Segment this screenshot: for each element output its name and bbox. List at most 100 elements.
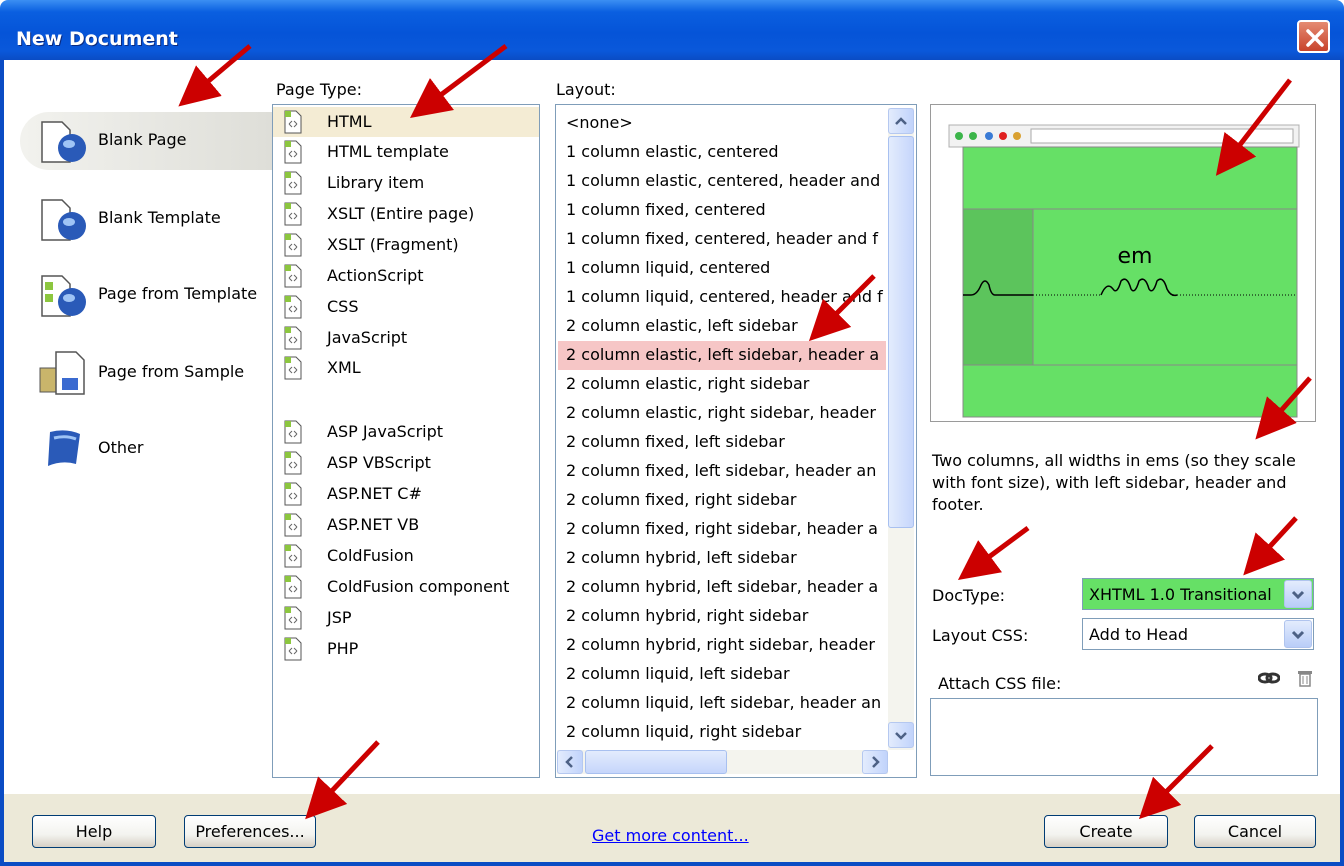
doctype-select[interactable]: XHTML 1.0 Transitional xyxy=(1082,578,1314,610)
page-type-item[interactable]: CSS xyxy=(273,292,539,322)
category-label: Blank Template xyxy=(98,208,221,227)
trash-icon[interactable] xyxy=(1296,668,1314,688)
page-type-item-label: XSLT (Entire page) xyxy=(327,204,475,223)
page-type-item[interactable]: ASP.NET C# xyxy=(273,479,539,509)
page-type-item[interactable]: ColdFusion xyxy=(273,541,539,571)
layout-css-select[interactable]: Add to Head xyxy=(1082,618,1314,650)
layout-item-label: <none> xyxy=(566,113,633,132)
layout-list[interactable]: <none> 1 column elastic, centered 1 column… xyxy=(555,104,917,778)
layout-item[interactable]: 2 column liquid, left sidebar, header an xyxy=(558,689,886,718)
page-type-item[interactable]: JSP xyxy=(273,603,539,633)
attach-css-label: Attach CSS file: xyxy=(938,674,1062,693)
page-type-item[interactable]: HTML xyxy=(273,107,539,137)
window-title: New Document xyxy=(16,28,178,50)
layout-item[interactable]: 2 column liquid, left sidebar xyxy=(558,660,886,689)
layout-css-value: Add to Head xyxy=(1089,625,1189,644)
layout-item-label: 2 column elastic, right sidebar, header xyxy=(566,403,876,422)
layout-item-label: 2 column hybrid, right sidebar, header xyxy=(566,635,875,654)
close-button[interactable] xyxy=(1297,20,1330,53)
preferences-button[interactable]: Preferences... xyxy=(184,815,316,848)
category-blank-template[interactable]: Blank Template xyxy=(20,190,274,248)
page-type-item[interactable]: ActionScript xyxy=(273,261,539,291)
category-page-from-template[interactable]: Page from Template xyxy=(20,266,274,324)
page-type-item[interactable]: PHP xyxy=(273,634,539,664)
help-button[interactable]: Help xyxy=(32,815,156,848)
layout-item[interactable]: 2 column fixed, left sidebar xyxy=(558,428,886,457)
page-type-item[interactable]: XSLT (Entire page) xyxy=(273,199,539,229)
layout-item-label: 1 column fixed, centered, header and f xyxy=(566,229,879,248)
create-button[interactable]: Create xyxy=(1044,815,1168,848)
page-type-item-label: HTML xyxy=(327,112,372,131)
layout-css-dropdown-button[interactable] xyxy=(1284,620,1312,648)
page-type-item-label: Library item xyxy=(327,173,425,192)
layout-vertical-scrollbar[interactable] xyxy=(888,108,914,750)
get-more-content-link[interactable]: Get more content... xyxy=(592,826,749,845)
page-type-item[interactable]: XML xyxy=(273,353,539,383)
layout-item[interactable]: <none> xyxy=(558,109,886,138)
layout-item[interactable]: 2 column hybrid, left sidebar xyxy=(558,544,886,573)
page-type-item[interactable]: HTML template xyxy=(273,137,539,167)
layout-item[interactable]: 2 column fixed, right sidebar, header a xyxy=(558,515,886,544)
layout-item-label: 2 column hybrid, left sidebar xyxy=(566,548,797,567)
layout-item[interactable]: 1 column elastic, centered, header and xyxy=(558,167,886,196)
page-type-item-label: JSP xyxy=(327,608,352,627)
layout-item[interactable]: 2 column hybrid, right sidebar xyxy=(558,602,886,631)
attach-css-file-list[interactable] xyxy=(930,698,1318,776)
file-icon xyxy=(284,140,302,164)
layout-item[interactable]: 2 column hybrid, left sidebar, header a xyxy=(558,573,886,602)
layout-preview: em xyxy=(930,104,1316,422)
page-type-item[interactable]: ASP VBScript xyxy=(273,448,539,478)
layout-item-label: 2 column liquid, left sidebar xyxy=(566,664,790,683)
file-icon xyxy=(284,295,302,319)
scroll-down-button[interactable] xyxy=(888,722,914,748)
layout-item-label: 2 column liquid, right sidebar xyxy=(566,722,802,741)
page-type-item[interactable]: JavaScript xyxy=(273,323,539,353)
layout-item[interactable]: 2 column elastic, right sidebar, header xyxy=(558,399,886,428)
scroll-right-button[interactable] xyxy=(862,750,888,774)
layout-horizontal-scrollbar[interactable] xyxy=(557,750,888,774)
page-type-item-label: JavaScript xyxy=(327,328,408,347)
doctype-dropdown-button[interactable] xyxy=(1284,580,1312,608)
layout-item[interactable]: 1 column elastic, centered xyxy=(558,138,886,167)
category-label: Page from Sample xyxy=(98,362,245,381)
page-type-item-label: ASP JavaScript xyxy=(327,422,444,441)
chevron-down-icon xyxy=(1291,630,1305,640)
page-type-list[interactable]: HTML HTML template Library item XSLT (Entir… xyxy=(272,104,540,778)
page-type-item[interactable]: ASP.NET VB xyxy=(273,510,539,540)
blank-page-icon xyxy=(41,121,86,163)
page-from-template-icon xyxy=(41,275,86,317)
layout-item-label: 1 column elastic, centered, header and xyxy=(566,171,881,190)
category-other[interactable]: Other xyxy=(20,420,274,478)
category-label: Page from Template xyxy=(98,284,258,303)
page-type-item[interactable]: ColdFusion component xyxy=(273,572,539,602)
layout-item[interactable]: 2 column fixed, left sidebar, header an xyxy=(558,457,886,486)
layout-item[interactable]: 1 column liquid, centered, header and f xyxy=(558,283,886,312)
page-type-item[interactable]: Library item xyxy=(273,168,539,198)
layout-item[interactable]: 2 column hybrid, right sidebar, header xyxy=(558,631,886,660)
page-from-sample-icon xyxy=(39,351,85,395)
category-page-from-sample[interactable]: Page from Sample xyxy=(20,344,274,402)
page-type-item[interactable]: ASP JavaScript xyxy=(273,417,539,447)
category-blank-page[interactable]: Blank Page xyxy=(20,112,274,170)
layout-item[interactable]: 1 column fixed, centered, header and f xyxy=(558,225,886,254)
layout-item[interactable]: 2 column elastic, left sidebar, header a xyxy=(558,341,886,370)
scroll-up-button[interactable] xyxy=(888,108,914,134)
page-type-item-label: ColdFusion component xyxy=(327,577,510,596)
layout-item[interactable]: 2 column liquid, right sidebar xyxy=(558,718,886,747)
scroll-left-button[interactable] xyxy=(557,750,583,774)
horizontal-scroll-thumb[interactable] xyxy=(585,750,727,774)
layout-item[interactable]: 1 column liquid, centered xyxy=(558,254,886,283)
cancel-button[interactable]: Cancel xyxy=(1194,815,1316,848)
layout-item[interactable]: 2 column fixed, right sidebar xyxy=(558,486,886,515)
layout-item[interactable]: 2 column elastic, right sidebar xyxy=(558,370,886,399)
page-type-item[interactable]: XSLT (Fragment) xyxy=(273,230,539,260)
link-icon[interactable] xyxy=(1258,670,1280,686)
close-icon xyxy=(1306,29,1324,47)
layout-item-label: 2 column fixed, left sidebar, header an xyxy=(566,461,877,480)
layout-item-label: 1 column fixed, centered xyxy=(566,200,766,219)
layout-item-label: 2 column elastic, left sidebar, header a xyxy=(566,345,880,364)
layout-item[interactable]: 1 column fixed, centered xyxy=(558,196,886,225)
chevron-right-icon xyxy=(872,756,880,768)
vertical-scroll-thumb[interactable] xyxy=(888,136,914,528)
layout-item[interactable]: 2 column elastic, left sidebar xyxy=(558,312,886,341)
